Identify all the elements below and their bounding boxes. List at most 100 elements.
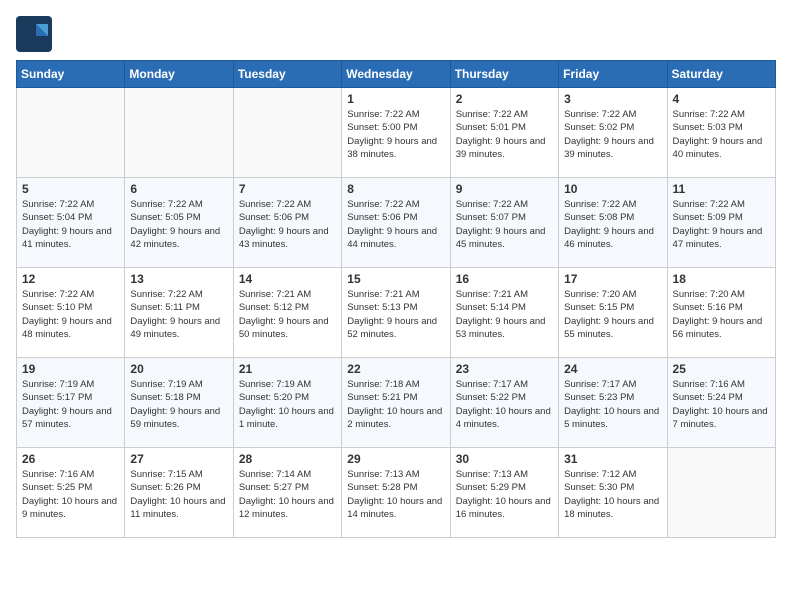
calendar-header-saturday: Saturday xyxy=(667,61,775,88)
day-number: 26 xyxy=(22,452,119,466)
calendar-header-row: SundayMondayTuesdayWednesdayThursdayFrid… xyxy=(17,61,776,88)
day-info: Sunrise: 7:13 AM Sunset: 5:28 PM Dayligh… xyxy=(347,468,444,521)
day-info: Sunrise: 7:19 AM Sunset: 5:18 PM Dayligh… xyxy=(130,378,227,431)
day-info: Sunrise: 7:21 AM Sunset: 5:13 PM Dayligh… xyxy=(347,288,444,341)
day-info: Sunrise: 7:22 AM Sunset: 5:08 PM Dayligh… xyxy=(564,198,661,251)
calendar-cell xyxy=(233,88,341,178)
day-number: 18 xyxy=(673,272,770,286)
day-info: Sunrise: 7:22 AM Sunset: 5:00 PM Dayligh… xyxy=(347,108,444,161)
calendar-header-sunday: Sunday xyxy=(17,61,125,88)
day-number: 14 xyxy=(239,272,336,286)
day-number: 5 xyxy=(22,182,119,196)
calendar-week-row: 26 Sunrise: 7:16 AM Sunset: 5:25 PM Dayli… xyxy=(17,448,776,538)
calendar-cell: 16Sunrise: 7:21 AM Sunset: 5:14 PM Dayli… xyxy=(450,268,558,358)
calendar-cell: 20 Sunrise: 7:19 AM Sunset: 5:18 PM Dayli… xyxy=(125,358,233,448)
day-number: 11 xyxy=(673,182,770,196)
calendar-cell: 21 Sunrise: 7:19 AM Sunset: 5:20 PM Dayli… xyxy=(233,358,341,448)
day-number: 3 xyxy=(564,92,661,106)
calendar-cell: 8 Sunrise: 7:22 AM Sunset: 5:06 PM Daylig… xyxy=(342,178,450,268)
day-info: Sunrise: 7:17 AM Sunset: 5:22 PM Dayligh… xyxy=(456,378,553,431)
calendar-week-row: 19 Sunrise: 7:19 AM Sunset: 5:17 PM Dayli… xyxy=(17,358,776,448)
calendar-cell: 29 Sunrise: 7:13 AM Sunset: 5:28 PM Dayli… xyxy=(342,448,450,538)
day-number: 16 xyxy=(456,272,553,286)
day-number: 25 xyxy=(673,362,770,376)
day-number: 1 xyxy=(347,92,444,106)
day-info: Sunrise: 7:22 AM Sunset: 5:06 PM Dayligh… xyxy=(239,198,336,251)
calendar-cell: 9 Sunrise: 7:22 AM Sunset: 5:07 PM Daylig… xyxy=(450,178,558,268)
page-header xyxy=(16,16,776,48)
calendar-cell: 19 Sunrise: 7:19 AM Sunset: 5:17 PM Dayli… xyxy=(17,358,125,448)
day-number: 27 xyxy=(130,452,227,466)
calendar-cell: 12 Sunrise: 7:22 AM Sunset: 5:10 PM Dayli… xyxy=(17,268,125,358)
day-info: Sunrise: 7:22 AM Sunset: 5:10 PM Dayligh… xyxy=(22,288,119,341)
day-number: 9 xyxy=(456,182,553,196)
logo xyxy=(16,16,52,48)
day-info: Sunrise: 7:20 AM Sunset: 5:16 PM Dayligh… xyxy=(673,288,770,341)
day-info: Sunrise: 7:22 AM Sunset: 5:05 PM Dayligh… xyxy=(130,198,227,251)
calendar-cell: 5 Sunrise: 7:22 AM Sunset: 5:04 PM Daylig… xyxy=(17,178,125,268)
day-number: 6 xyxy=(130,182,227,196)
calendar-cell: 22Sunrise: 7:18 AM Sunset: 5:21 PM Dayli… xyxy=(342,358,450,448)
calendar-cell: 18 Sunrise: 7:20 AM Sunset: 5:16 PM Dayli… xyxy=(667,268,775,358)
calendar-cell: 15 Sunrise: 7:21 AM Sunset: 5:13 PM Dayli… xyxy=(342,268,450,358)
day-number: 19 xyxy=(22,362,119,376)
calendar-header-friday: Friday xyxy=(559,61,667,88)
calendar-header-tuesday: Tuesday xyxy=(233,61,341,88)
calendar-cell: 13 Sunrise: 7:22 AM Sunset: 5:11 PM Dayli… xyxy=(125,268,233,358)
day-number: 12 xyxy=(22,272,119,286)
day-info: Sunrise: 7:20 AM Sunset: 5:15 PM Dayligh… xyxy=(564,288,661,341)
day-number: 10 xyxy=(564,182,661,196)
day-info: Sunrise: 7:12 AM Sunset: 5:30 PM Dayligh… xyxy=(564,468,661,521)
calendar-week-row: 5 Sunrise: 7:22 AM Sunset: 5:04 PM Daylig… xyxy=(17,178,776,268)
calendar-cell: 14Sunrise: 7:21 AM Sunset: 5:12 PM Dayli… xyxy=(233,268,341,358)
day-info: Sunrise: 7:16 AM Sunset: 5:24 PM Dayligh… xyxy=(673,378,770,431)
day-info: Sunrise: 7:22 AM Sunset: 5:11 PM Dayligh… xyxy=(130,288,227,341)
day-number: 15 xyxy=(347,272,444,286)
calendar-cell xyxy=(667,448,775,538)
day-number: 13 xyxy=(130,272,227,286)
day-number: 8 xyxy=(347,182,444,196)
calendar-cell: 2 Sunrise: 7:22 AM Sunset: 5:01 PM Daylig… xyxy=(450,88,558,178)
calendar-cell: 23 Sunrise: 7:17 AM Sunset: 5:22 PM Dayli… xyxy=(450,358,558,448)
calendar-week-row: 12 Sunrise: 7:22 AM Sunset: 5:10 PM Dayli… xyxy=(17,268,776,358)
day-number: 29 xyxy=(347,452,444,466)
calendar-cell: 24 Sunrise: 7:17 AM Sunset: 5:23 PM Dayli… xyxy=(559,358,667,448)
day-info: Sunrise: 7:22 AM Sunset: 5:09 PM Dayligh… xyxy=(673,198,770,251)
calendar-week-row: 1 Sunrise: 7:22 AM Sunset: 5:00 PM Daylig… xyxy=(17,88,776,178)
day-number: 21 xyxy=(239,362,336,376)
calendar-cell: 26 Sunrise: 7:16 AM Sunset: 5:25 PM Dayli… xyxy=(17,448,125,538)
calendar-cell: 10 Sunrise: 7:22 AM Sunset: 5:08 PM Dayli… xyxy=(559,178,667,268)
calendar-cell: 30 Sunrise: 7:13 AM Sunset: 5:29 PM Dayli… xyxy=(450,448,558,538)
day-number: 22 xyxy=(347,362,444,376)
day-info: Sunrise: 7:22 AM Sunset: 5:03 PM Dayligh… xyxy=(673,108,770,161)
day-number: 30 xyxy=(456,452,553,466)
day-number: 7 xyxy=(239,182,336,196)
day-info: Sunrise: 7:22 AM Sunset: 5:07 PM Dayligh… xyxy=(456,198,553,251)
day-info: Sunrise: 7:19 AM Sunset: 5:20 PM Dayligh… xyxy=(239,378,336,431)
day-info: Sunrise: 7:15 AM Sunset: 5:26 PM Dayligh… xyxy=(130,468,227,521)
logo-icon xyxy=(16,16,48,48)
day-number: 20 xyxy=(130,362,227,376)
day-info: Sunrise: 7:22 AM Sunset: 5:06 PM Dayligh… xyxy=(347,198,444,251)
calendar-cell xyxy=(125,88,233,178)
day-info: Sunrise: 7:16 AM Sunset: 5:25 PM Dayligh… xyxy=(22,468,119,521)
calendar-cell: 31 Sunrise: 7:12 AM Sunset: 5:30 PM Dayli… xyxy=(559,448,667,538)
day-number: 2 xyxy=(456,92,553,106)
day-info: Sunrise: 7:22 AM Sunset: 5:01 PM Dayligh… xyxy=(456,108,553,161)
day-number: 23 xyxy=(456,362,553,376)
calendar-header-monday: Monday xyxy=(125,61,233,88)
calendar-cell: 4 Sunrise: 7:22 AM Sunset: 5:03 PM Daylig… xyxy=(667,88,775,178)
calendar-cell: 6 Sunrise: 7:22 AM Sunset: 5:05 PM Daylig… xyxy=(125,178,233,268)
day-info: Sunrise: 7:22 AM Sunset: 5:04 PM Dayligh… xyxy=(22,198,119,251)
day-info: Sunrise: 7:13 AM Sunset: 5:29 PM Dayligh… xyxy=(456,468,553,521)
day-number: 31 xyxy=(564,452,661,466)
day-number: 24 xyxy=(564,362,661,376)
day-info: Sunrise: 7:14 AM Sunset: 5:27 PM Dayligh… xyxy=(239,468,336,521)
calendar-cell: 17Sunrise: 7:20 AM Sunset: 5:15 PM Dayli… xyxy=(559,268,667,358)
calendar-cell: 1 Sunrise: 7:22 AM Sunset: 5:00 PM Daylig… xyxy=(342,88,450,178)
day-info: Sunrise: 7:17 AM Sunset: 5:23 PM Dayligh… xyxy=(564,378,661,431)
day-number: 4 xyxy=(673,92,770,106)
day-info: Sunrise: 7:19 AM Sunset: 5:17 PM Dayligh… xyxy=(22,378,119,431)
calendar-cell: 27 Sunrise: 7:15 AM Sunset: 5:26 PM Dayli… xyxy=(125,448,233,538)
calendar-cell: 3Sunrise: 7:22 AM Sunset: 5:02 PM Daylig… xyxy=(559,88,667,178)
